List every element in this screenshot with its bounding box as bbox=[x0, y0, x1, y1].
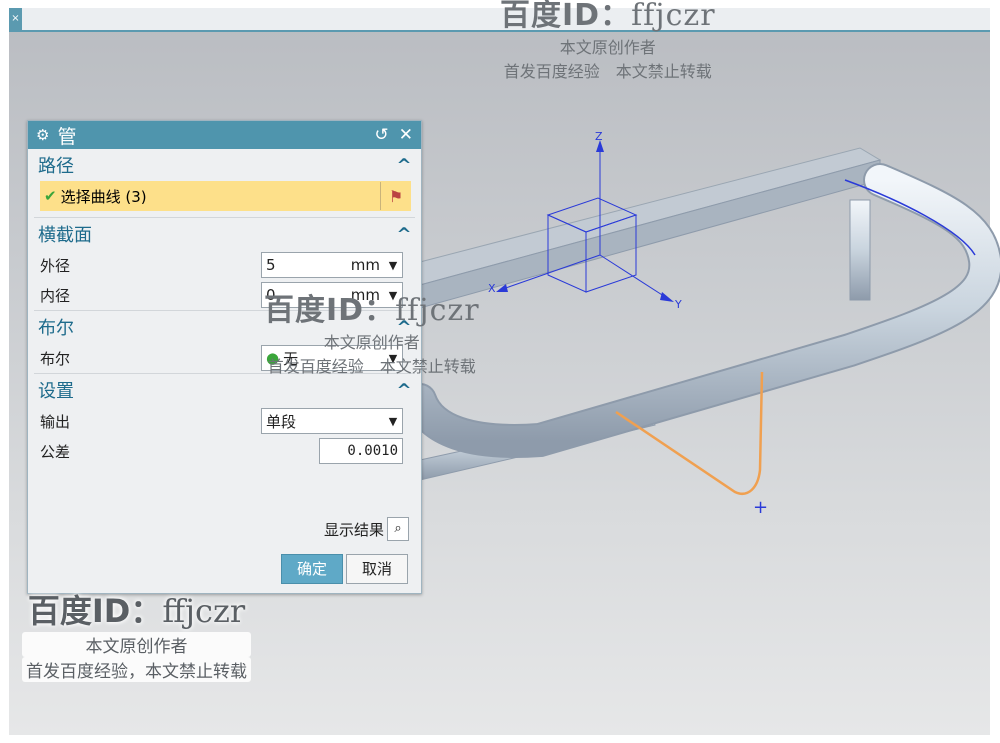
section-cross-title: 横截面 bbox=[38, 225, 92, 246]
chevron-down-icon[interactable]: ▼ bbox=[384, 259, 402, 272]
outer-unit: mm bbox=[350, 256, 380, 274]
watermark-author: 本文原创作者 bbox=[22, 632, 251, 657]
watermark-middle: 百度ID：ffjczr 本文原创作者 首发百度经验 本文禁止转载 bbox=[264, 285, 480, 377]
x-axis-label: X bbox=[488, 282, 496, 295]
watermark-notice: 首发百度经验 本文禁止转载 bbox=[267, 357, 476, 376]
watermark-notice: 首发百度经验，本文禁止转载 bbox=[22, 657, 251, 682]
curve-select-icon[interactable]: ⚑ bbox=[380, 182, 411, 210]
watermark-id: ffjczr bbox=[631, 0, 716, 33]
section-settings-title: 设置 bbox=[38, 381, 74, 402]
vertical-post bbox=[849, 199, 871, 301]
watermark-bottom: 百度ID：ffjczr 本文原创作者 首发百度经验，本文禁止转载 bbox=[22, 586, 251, 682]
section-path-header[interactable]: 路径 ^ bbox=[34, 149, 415, 181]
point-marker: + bbox=[753, 497, 768, 518]
watermark-label: 百度ID： bbox=[500, 0, 632, 33]
watermark-id: ffjczr bbox=[162, 592, 246, 630]
y-arrow bbox=[660, 292, 674, 302]
show-result: 显示结果 ⌕ bbox=[324, 517, 409, 541]
tolerance-row: 公差 0.0010 bbox=[34, 436, 415, 466]
section-cross-header[interactable]: 横截面 ^ bbox=[34, 218, 415, 250]
select-curve-label: 选择曲线 (3) bbox=[60, 187, 147, 206]
rect-bar-top bbox=[419, 147, 882, 286]
watermark-id: ffjczr bbox=[395, 293, 480, 328]
chevron-up-icon[interactable]: ^ bbox=[393, 224, 415, 245]
section-path: 路径 ^ ✔ 选择曲线 (3) ⚑ bbox=[34, 149, 415, 211]
z-axis-label: Z bbox=[595, 130, 603, 143]
section-boolean-title: 布尔 bbox=[38, 318, 74, 339]
output-value: 单段 bbox=[266, 412, 297, 431]
dialog-title: 管 bbox=[57, 125, 77, 148]
watermark-top: 百度ID：ffjczr 本文原创作者 首发百度经验 本文禁止转载 bbox=[500, 0, 716, 82]
outer-diameter-row: 外径 5 mm ▼ bbox=[34, 250, 415, 280]
outer-diameter-input[interactable]: 5 mm ▼ bbox=[261, 252, 403, 278]
watermark-label: 百度ID： bbox=[27, 592, 163, 630]
watermark-author: 本文原创作者 bbox=[559, 38, 656, 57]
tolerance-input[interactable]: 0.0010 bbox=[319, 438, 403, 464]
output-select[interactable]: 单段 ▼ bbox=[261, 408, 403, 434]
chevron-up-icon[interactable]: ^ bbox=[393, 380, 415, 401]
close-icon[interactable]: ✕ bbox=[399, 125, 413, 145]
dialog-titlebar: ⚙ 管 ↺ ✕ bbox=[28, 121, 421, 149]
section-settings-header[interactable]: 设置 ^ bbox=[34, 374, 415, 406]
y-axis-label: Y bbox=[674, 298, 682, 311]
chevron-up-icon[interactable]: ^ bbox=[393, 155, 415, 176]
chevron-down-icon[interactable]: ▼ bbox=[384, 415, 402, 428]
show-result-label: 显示结果 bbox=[323, 520, 384, 539]
reset-icon[interactable]: ↺ bbox=[375, 125, 389, 145]
section-path-title: 路径 bbox=[38, 156, 74, 177]
magnifier-icon[interactable]: ⌕ bbox=[387, 517, 409, 541]
outer-diameter-value[interactable]: 5 bbox=[262, 256, 351, 274]
gear-icon[interactable]: ⚙ bbox=[36, 126, 49, 144]
cancel-button[interactable]: 取消 bbox=[346, 554, 408, 584]
check-icon: ✔ bbox=[44, 187, 57, 205]
watermark-notice: 首发百度经验 本文禁止转载 bbox=[503, 62, 712, 81]
ok-button[interactable]: 确定 bbox=[281, 554, 343, 584]
watermark-author: 本文原创作者 bbox=[323, 333, 420, 352]
select-curve-row[interactable]: ✔ 选择曲线 (3) ⚑ bbox=[40, 181, 411, 211]
output-row: 输出 单段 ▼ bbox=[34, 406, 415, 436]
section-settings: 设置 ^ 输出 单段 ▼ 公差 0.0010 bbox=[34, 373, 415, 466]
watermark-label: 百度ID： bbox=[264, 293, 396, 328]
